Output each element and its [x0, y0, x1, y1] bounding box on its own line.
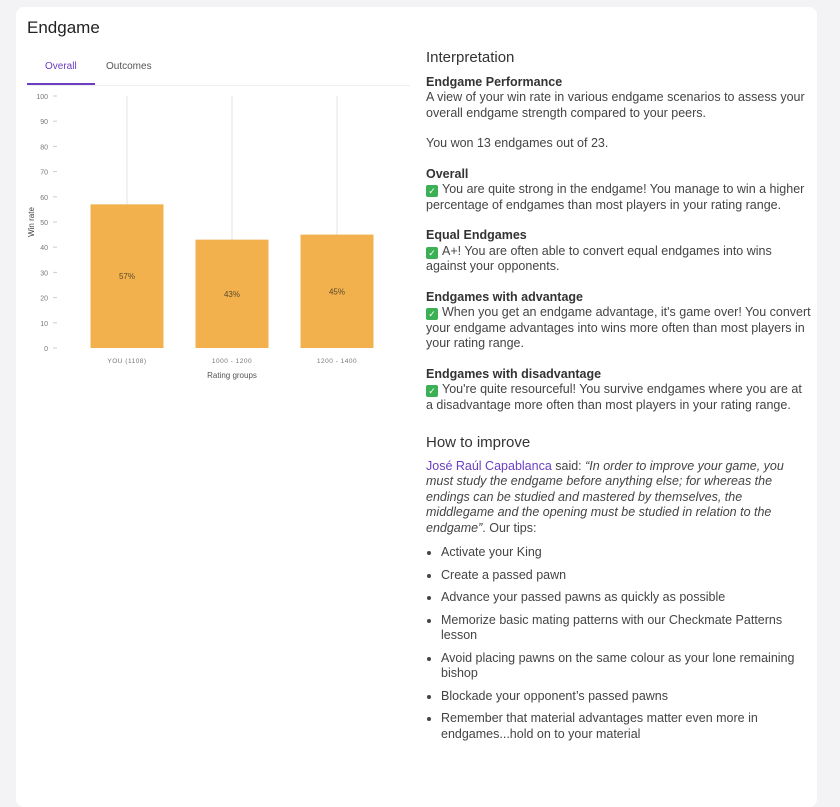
y-tick-label: 20	[40, 296, 48, 303]
tip-item: Remember that material advantages matter…	[441, 711, 811, 742]
x-tick-label: 1200 - 1400	[317, 358, 357, 365]
disadvantage-title: Endgames with disadvantage	[426, 366, 602, 381]
overall-text: You are quite strong in the endgame! You…	[426, 182, 805, 212]
overall-section: Overall ✓ You are quite strong in the end…	[426, 167, 811, 214]
performance-title: Endgame Performance	[426, 74, 563, 89]
y-tick-label: 90	[40, 119, 48, 126]
performance-summary: You won 13 endgames out of 23.	[426, 136, 609, 150]
x-tick-label: YOU (1108)	[107, 358, 146, 365]
bar-data-label: 43%	[224, 290, 240, 299]
tip-item: Memorize basic mating patterns with our …	[441, 613, 811, 644]
tab-outcomes[interactable]: Outcomes	[106, 61, 152, 72]
advantage-section: Endgames with advantage ✓ When you get an…	[426, 290, 811, 352]
bar-data-label: 57%	[119, 272, 135, 281]
check-icon: ✓	[426, 385, 438, 397]
y-tick-label: 30	[40, 270, 48, 277]
advantage-body: ✓ When you get an endgame advantage, it's…	[426, 305, 811, 352]
tab-bar: Overall Outcomes	[27, 52, 410, 86]
disadvantage-body: ✓ You're quite resourceful! You survive e…	[426, 382, 811, 413]
tip-item: Advance your passed pawns as quickly as …	[441, 590, 811, 606]
y-tick-label: 10	[40, 321, 48, 328]
tip-item: Blockade your opponent’s passed pawns	[441, 689, 811, 705]
interpretation-heading: Interpretation	[426, 49, 515, 66]
y-tick-label: 0	[44, 346, 48, 353]
y-tick-label: 40	[40, 245, 48, 252]
tip-item: Avoid placing pawns on the same colour a…	[441, 651, 811, 682]
check-icon: ✓	[426, 246, 438, 259]
improve-heading: How to improve	[426, 434, 531, 451]
tips-list: Activate your King Create a passed pawn …	[426, 545, 811, 742]
check-icon: ✓	[426, 185, 438, 197]
capablanca-quote: José Raúl Capablanca said: “In order to …	[426, 459, 811, 537]
performance-section: Endgame Performance A view of your win r…	[426, 75, 811, 152]
x-tick-label: 1000 - 1200	[212, 358, 252, 365]
advantage-title: Endgames with advantage	[426, 289, 583, 304]
performance-text: A view of your win rate in various endga…	[426, 90, 805, 120]
tip-item: Create a passed pawn	[441, 568, 811, 584]
win-rate-bar-chart: 0 10 20 30 40 50 60 70 80 90 100 Win rate 57% YOU (11…	[27, 94, 374, 380]
disadvantage-section: Endgames with disadvantage ✓ You're quite…	[426, 367, 811, 414]
tip-item: Activate your King	[441, 545, 811, 561]
equal-endgames-body: ✓ A+! You are often able to convert equal…	[426, 244, 811, 275]
quote-after: . Our tips:	[482, 520, 537, 535]
disadvantage-text: You're quite resourceful! You survive en…	[426, 382, 802, 412]
y-axis-label: Win rate	[27, 207, 36, 237]
quote-author-link[interactable]: José Raúl Capablanca	[426, 459, 552, 473]
equal-endgames-section: Equal Endgames ✓ A+! You are often able t…	[426, 228, 811, 275]
page-title: Endgame	[27, 18, 100, 37]
y-tick-label: 70	[40, 170, 48, 177]
y-tick-label: 100	[36, 94, 48, 101]
y-tick-label: 50	[40, 220, 48, 227]
interpretation-panel: Interpretation Endgame Performance A vie…	[426, 50, 811, 749]
quote-said: said:	[551, 458, 586, 473]
tab-overall[interactable]: Overall	[45, 61, 77, 72]
y-tick-label: 80	[40, 144, 48, 151]
bar-data-label: 45%	[329, 287, 345, 296]
y-tick-label: 60	[40, 195, 48, 202]
overall-title: Overall	[426, 166, 469, 181]
active-tab-indicator	[27, 83, 95, 85]
overall-body: ✓ You are quite strong in the endgame! Yo…	[426, 182, 811, 213]
x-axis-label: Rating groups	[207, 371, 257, 380]
check-icon: ✓	[426, 308, 438, 320]
advantage-text: When you get an endgame advantage, it's …	[426, 305, 811, 350]
equal-endgames-text: A+! You are often able to convert equal …	[426, 243, 772, 274]
equal-endgames-title: Equal Endgames	[426, 228, 527, 242]
